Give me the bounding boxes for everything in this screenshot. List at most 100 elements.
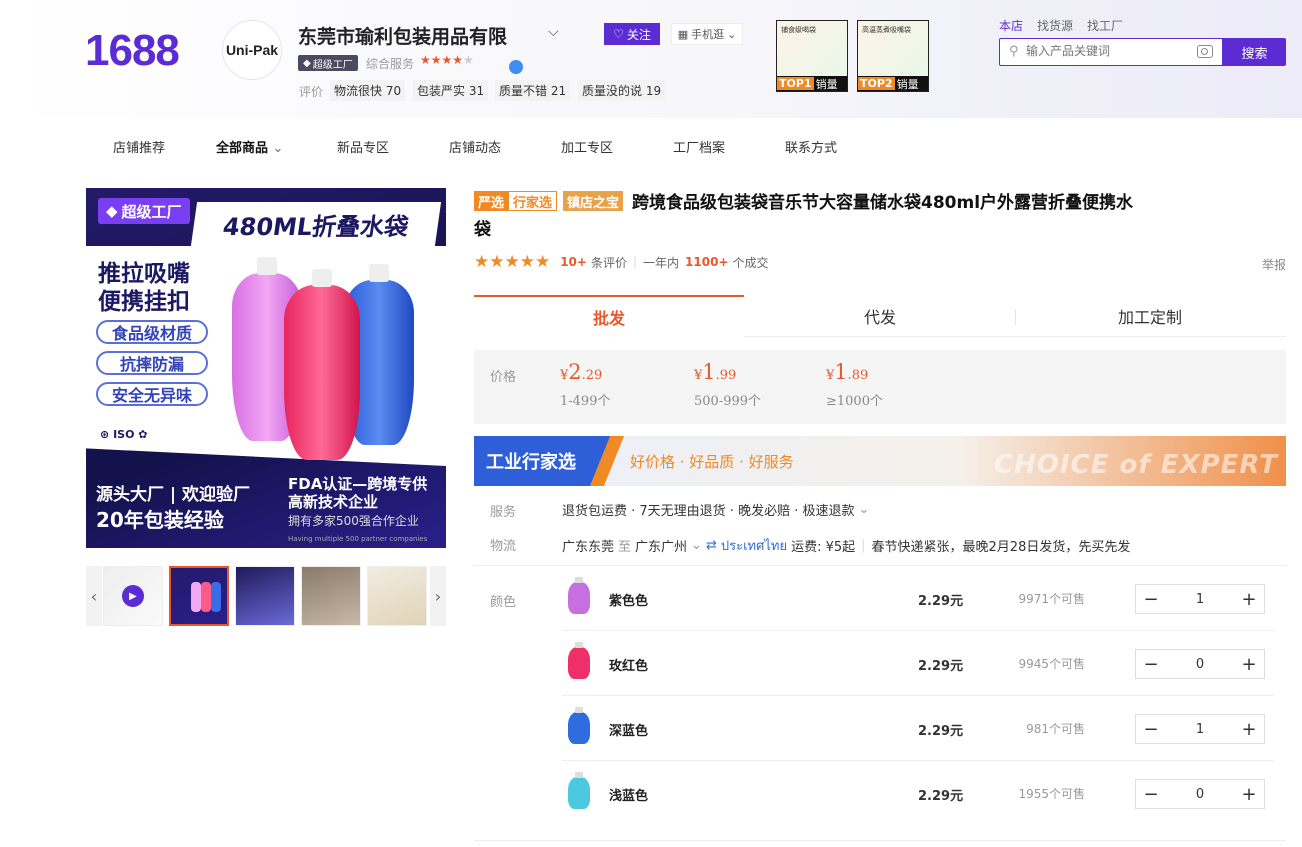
follow-button[interactable]: ♡ 关注	[604, 23, 660, 45]
report-link[interactable]: 举报	[1262, 256, 1286, 273]
scope-tab-factories[interactable]: 找工厂	[1087, 17, 1123, 34]
thumb-bottle	[201, 582, 211, 612]
search-button[interactable]: 搜索	[1223, 38, 1286, 66]
feature-pill: 食品级材质	[96, 320, 208, 344]
tag-shop-treasure: 镇店之宝	[563, 191, 624, 211]
thumbnail[interactable]	[301, 566, 361, 626]
chevron-left-icon[interactable]: ‹	[86, 566, 102, 626]
top-product-caption: 铺食级喝袋	[781, 26, 816, 34]
feature-title: 推拉吸嘴 便携挂扣	[98, 260, 190, 316]
info-icon[interactable]	[509, 60, 523, 74]
price-dec: .89	[847, 368, 869, 383]
translate-icon[interactable]: ⇄	[706, 538, 717, 553]
plus-icon[interactable]: +	[1234, 650, 1264, 678]
top-product-2[interactable]: 高温蒸煮吸嘴袋 TOP2 销量	[857, 20, 929, 92]
review-unit: 条评价	[590, 255, 627, 270]
quantity-stepper: − +	[1135, 779, 1265, 809]
sku-thumbnail[interactable]	[568, 772, 590, 809]
rating-stars: ★★★★★	[474, 252, 551, 272]
plus-icon[interactable]: +	[1234, 780, 1264, 808]
price-box: 价格 ¥2.29 1-499个 ¥1.99 500-999个 ¥1.89 ≥10…	[474, 350, 1286, 424]
plus-icon[interactable]: +	[1234, 715, 1264, 743]
thumbnail-video[interactable]: ▶	[103, 566, 163, 626]
chevron-down-icon[interactable]: ⌵	[548, 24, 559, 40]
sku-thumbnail[interactable]	[568, 707, 590, 744]
main-product-image[interactable]: ◆ 超级工厂 480ML折叠水袋 推拉吸嘴 便携挂扣 食品级材质 抗摔防漏 安全无…	[86, 188, 446, 548]
mobile-browse-button[interactable]: ▦ 手机逛 ⌄	[671, 23, 743, 45]
image-headline: 480ML折叠水袋	[190, 202, 442, 246]
follow-label: 关注	[626, 27, 651, 42]
nav-item-processing[interactable]: 加工专区	[561, 137, 613, 156]
tab-wholesale[interactable]: 批发	[474, 295, 744, 337]
diamond-icon: ◆	[106, 202, 118, 220]
thumb-bottle	[191, 582, 201, 612]
divider	[474, 840, 1286, 841]
nav-item-all-products[interactable]: 全部商品 ⌄	[216, 137, 283, 156]
minus-icon[interactable]: −	[1136, 650, 1166, 678]
review-chip[interactable]: 质量不错 21	[495, 80, 571, 101]
ship-to[interactable]: 广东广州	[635, 536, 687, 555]
product-image: 高温蒸煮吸嘴袋	[858, 21, 928, 78]
chevron-down-icon[interactable]: ⌄	[691, 538, 702, 553]
chevron-right-icon[interactable]: ›	[430, 566, 446, 626]
sku-thumbnail[interactable]	[568, 642, 590, 679]
chevron-down-icon: ⌄	[858, 502, 870, 517]
quantity-input[interactable]	[1166, 650, 1234, 678]
scope-tab-sources[interactable]: 找货源	[1037, 17, 1073, 34]
sku-row: 玫红色 2.29元 9945个可售 − +	[562, 631, 1274, 696]
shop-nav: 店铺推荐 全部商品 ⌄ 新品专区 店铺动态 加工专区 工厂档案 联系方式	[0, 132, 1302, 158]
sku-price: 2.29元	[918, 789, 964, 804]
translate-link[interactable]: ประเทศไทย	[721, 535, 787, 556]
sku-stock: 9945个可售	[1018, 657, 1085, 671]
super-factory-label: 超级工厂	[312, 59, 353, 71]
shop-avatar[interactable]: Uni-Pak	[222, 20, 282, 80]
minus-icon[interactable]: −	[1136, 585, 1166, 613]
banner-slogan: 好价格 · 好品质 · 好服务	[630, 453, 794, 471]
service-value[interactable]: 退货包运费 · 7天无理由退货 · 晚发必赔 · 极速退款 ⌄	[562, 500, 869, 519]
site-logo[interactable]: 1688	[85, 26, 180, 76]
nav-item-recommend[interactable]: 店铺推荐	[113, 137, 165, 156]
thumbnail[interactable]	[235, 566, 295, 626]
super-factory-sticker: ◆ 超级工厂	[98, 198, 190, 224]
review-count[interactable]: 10+	[560, 255, 587, 269]
fda-line: FDA认证—跨境专供	[288, 475, 428, 493]
quantity-input[interactable]	[1166, 585, 1234, 613]
nav-item-contact[interactable]: 联系方式	[785, 137, 837, 156]
sku-price: 2.29元	[918, 594, 964, 609]
scope-tab-store[interactable]: 本店	[999, 17, 1023, 34]
review-chip[interactable]: 物流很快 70	[330, 80, 406, 101]
quantity-input[interactable]	[1166, 780, 1234, 808]
tab-dropship[interactable]: 代发	[745, 295, 1015, 337]
top-product-1[interactable]: 铺食级喝袋 TOP1 销量	[776, 20, 848, 92]
nav-item-factory[interactable]: 工厂档案	[673, 137, 725, 156]
tag-strict-select: 严选	[474, 191, 509, 211]
sku-row: 深蓝色 2.29元 981个可售 − +	[562, 696, 1274, 761]
minus-icon[interactable]: −	[1136, 780, 1166, 808]
nav-item-news[interactable]: 店铺动态	[449, 137, 501, 156]
cert-label: ISO	[113, 428, 135, 441]
nav-item-new[interactable]: 新品专区	[337, 137, 389, 156]
plus-icon[interactable]: +	[1234, 585, 1264, 613]
quantity-stepper: − +	[1135, 714, 1265, 744]
expert-choice-banner: 工业行家选 好价格 · 好品质 · 好服务 CHOICE of EXPERT	[474, 436, 1286, 486]
quantity-stepper: − +	[1135, 584, 1265, 614]
product-image: 铺食级喝袋	[777, 21, 847, 78]
thumbnail[interactable]	[367, 566, 427, 626]
search-input[interactable]	[1026, 44, 1186, 58]
sku-stock: 1955个可售	[1018, 787, 1085, 801]
camera-icon[interactable]	[1197, 45, 1213, 58]
tab-custom[interactable]: 加工定制	[1015, 295, 1285, 337]
shop-name[interactable]: 东莞市瑜利包装用品有限	[298, 22, 507, 49]
chevron-down-icon: ⌄	[727, 27, 737, 41]
quantity-input[interactable]	[1166, 715, 1234, 743]
thumbnail-selected[interactable]	[169, 566, 229, 626]
review-chip[interactable]: 包装严实 31	[413, 80, 489, 101]
rank-badge: TOP2	[858, 77, 895, 90]
sku-price: 2.29元	[918, 724, 964, 739]
price-range: 500-999个	[694, 394, 762, 409]
price-int: 2	[568, 360, 582, 384]
sku-thumbnail[interactable]	[568, 577, 590, 614]
badge-icon: ⊛	[100, 428, 110, 441]
review-chip[interactable]: 质量没的说 19	[578, 80, 666, 101]
minus-icon[interactable]: −	[1136, 715, 1166, 743]
